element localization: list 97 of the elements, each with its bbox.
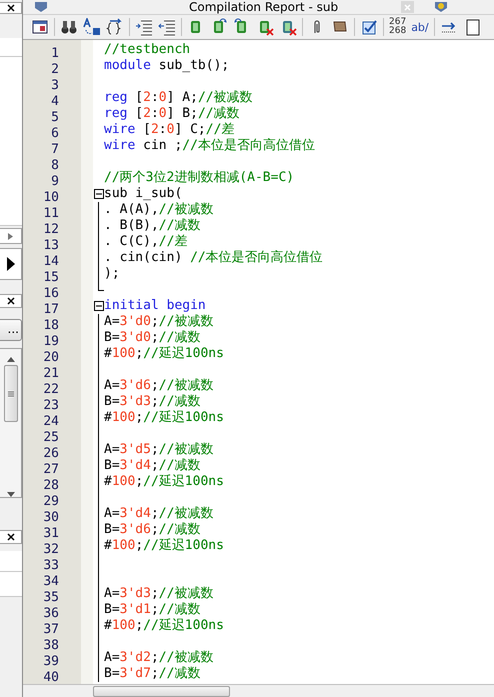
scrollbar[interactable]: [0, 348, 22, 498]
code-line: . B(B),//减数: [104, 218, 200, 233]
scroll-up-icon[interactable]: [6, 357, 14, 362]
code-line: A=3'd2;//被减数: [104, 650, 214, 665]
close-icon[interactable]: [6, 533, 14, 541]
line-number: 12: [43, 222, 59, 237]
collapse-icon[interactable]: [94, 189, 104, 199]
line-number: 23: [43, 398, 59, 413]
line-number: 8: [51, 158, 59, 173]
tab-icon: [33, 1, 49, 13]
replace-icon[interactable]: [83, 18, 101, 36]
line-number: 16: [43, 286, 59, 301]
line-number: 21: [43, 366, 59, 381]
code-line: A=3'd4;//被减数: [104, 506, 214, 521]
line-number: 27: [43, 462, 59, 477]
line-number: 1: [51, 46, 59, 61]
code-line: A=3'd5;//被减数: [104, 442, 214, 457]
scroll-down-icon[interactable]: [6, 492, 14, 497]
code-line: #100;//延迟100ns: [104, 474, 224, 489]
indent-icon[interactable]: [135, 18, 153, 36]
code-line: reg [2:0] A;//被减数: [104, 90, 253, 105]
collapse-icon[interactable]: [94, 301, 104, 311]
line-number: 36: [43, 606, 59, 621]
binoculars-icon[interactable]: [60, 18, 78, 36]
line-number: 22: [43, 382, 59, 397]
line-number: 34: [43, 574, 59, 589]
line-number: 33: [43, 558, 59, 573]
outdent-icon[interactable]: [158, 18, 176, 36]
close-icon[interactable]: [6, 297, 14, 305]
window-icon[interactable]: [31, 18, 49, 36]
code-line: . C(C),//差: [104, 234, 188, 249]
line-number: 24: [43, 414, 59, 429]
code-line: A=3'd6;//被减数: [104, 378, 214, 393]
checkbox-icon[interactable]: [360, 18, 378, 36]
line-number: 19: [43, 334, 59, 349]
code-line: B=3'd7;//减数: [104, 666, 200, 681]
code-line: . cin(cin) //本位是否向高位借位: [104, 250, 323, 265]
code-line: sub i_sub(: [104, 186, 182, 201]
code-line: A=3'd0;//被减数: [104, 314, 214, 329]
panel-background: [0, 551, 22, 572]
line-number: 6: [51, 126, 59, 141]
line-number: 9: [51, 174, 59, 189]
line-number: 3: [51, 78, 59, 93]
scroll-right-icon[interactable]: [8, 232, 13, 240]
close-icon[interactable]: [6, 4, 14, 12]
code-line: B=3'd4;//减数: [104, 458, 200, 473]
line-number: 20: [43, 350, 59, 365]
code-line: //testbench: [104, 42, 190, 57]
code-line: B=3'd1;//减数: [104, 602, 200, 617]
line-number: 29: [43, 494, 59, 509]
line-number: 13: [43, 238, 59, 253]
line-number: 5: [51, 110, 59, 125]
code-line: wire [2:0] C;//差: [104, 122, 234, 137]
line-number: 28: [43, 478, 59, 493]
line-number: 11: [43, 206, 59, 221]
tab-title[interactable]: Compilation Report - sub: [189, 0, 338, 14]
code-line: //两个3位2进制数相减(A-B=C): [104, 170, 294, 185]
code-line: module sub_tb();: [104, 58, 230, 73]
line-number: 39: [43, 654, 59, 669]
code-line: #100;//延迟100ns: [104, 410, 224, 425]
line-number: 15: [43, 270, 59, 285]
line-number: 32: [43, 542, 59, 557]
browse-button[interactable]: ...: [0, 319, 22, 341]
scrollbar-thumb[interactable]: [93, 686, 230, 696]
line-number: 2: [51, 62, 59, 77]
code-line: B=3'd3;//减数: [104, 394, 200, 409]
line-number: 4: [51, 94, 59, 109]
line-number: 38: [43, 638, 59, 653]
code-line: reg [2:0] B;//减数: [104, 106, 240, 121]
line-number: 10: [43, 190, 59, 205]
line-number: 26: [43, 446, 59, 461]
braces-icon[interactable]: [106, 18, 124, 36]
code-line: initial begin: [104, 298, 206, 313]
code-line: A=3'd3;//被减数: [104, 586, 214, 601]
code-line: #100;//延迟100ns: [104, 538, 224, 553]
tab-icon: [433, 1, 449, 13]
line-number: 31: [43, 526, 59, 541]
scrollbar-thumb[interactable]: [4, 364, 18, 422]
line-number: 37: [43, 622, 59, 637]
code-line: wire cin ;//本位是否向高位借位: [104, 138, 315, 153]
line-number: 35: [43, 590, 59, 605]
spell-button[interactable]: ab/: [411, 20, 429, 34]
code-line: #100;//延迟100ns: [104, 618, 224, 633]
code-line: #100;//延迟100ns: [104, 346, 224, 361]
line-number: 17: [43, 302, 59, 317]
code-line: B=3'd0;//减数: [104, 330, 200, 345]
line-number: 7: [51, 142, 59, 157]
line-number: 30: [43, 510, 59, 525]
code-line: );: [104, 266, 120, 281]
line-number: 14: [43, 254, 59, 269]
line-number: 18: [43, 318, 59, 333]
line-numbers-button[interactable]: 267 268: [389, 18, 406, 36]
line-number: 25: [43, 430, 59, 445]
expand-right-icon[interactable]: [6, 257, 14, 271]
code-line: B=3'd6;//减数: [104, 522, 200, 537]
line-number: 40: [43, 670, 59, 684]
code-line: . A(A),//被减数: [104, 202, 214, 217]
